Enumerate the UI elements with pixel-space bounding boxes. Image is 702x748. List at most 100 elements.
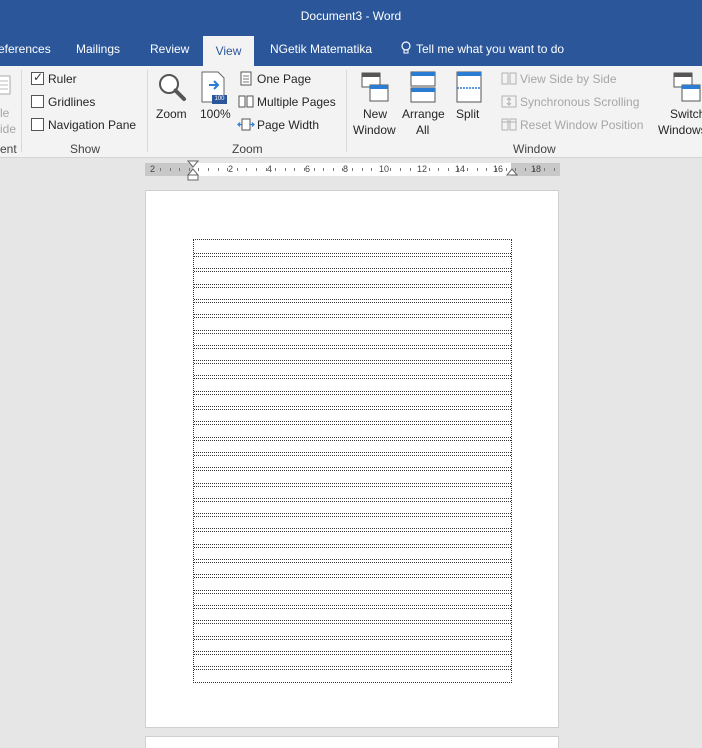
- clipped-group-label: ent: [0, 142, 17, 156]
- new-window-icon: [361, 72, 389, 102]
- ruler-tick: [467, 168, 468, 171]
- tell-me-text: Tell me what you want to do: [416, 42, 565, 56]
- ruler-label[interactable]: Ruler: [48, 72, 77, 86]
- ruler-tick: [179, 168, 180, 171]
- arrange-all-label-line1[interactable]: Arrange: [402, 107, 445, 121]
- ruled-table[interactable]: [193, 239, 512, 683]
- table-row[interactable]: [194, 636, 511, 640]
- gridlines-checkbox-box[interactable]: [31, 95, 44, 108]
- table-row[interactable]: [194, 605, 511, 609]
- arrange-all-icon: [410, 71, 436, 103]
- window-group-label: Window: [513, 142, 556, 156]
- split-label[interactable]: Split: [456, 107, 479, 121]
- table-row[interactable]: [194, 406, 511, 410]
- tab-references[interactable]: eferences: [0, 33, 51, 66]
- arrange-all-label-line2[interactable]: All: [416, 123, 429, 137]
- ruler-tick: [208, 168, 209, 171]
- tab-view[interactable]: View: [203, 36, 254, 66]
- view-side-by-side-label[interactable]: View Side by Side: [520, 72, 617, 86]
- ruler-tick: [496, 168, 497, 171]
- table-row[interactable]: [194, 330, 511, 334]
- ruler-label: 18: [531, 164, 542, 174]
- switch-windows-icon: [673, 72, 701, 102]
- gridlines-label[interactable]: Gridlines: [48, 95, 95, 109]
- ruler-label: 2: [228, 164, 234, 174]
- indent-marker-icon[interactable]: [187, 160, 199, 182]
- table-row[interactable]: [194, 437, 511, 441]
- table-row[interactable]: [194, 299, 511, 303]
- ruler-label: 8: [343, 164, 349, 174]
- tab-review[interactable]: Review: [150, 33, 189, 66]
- table-row[interactable]: [194, 574, 511, 578]
- new-window-label-line1[interactable]: New: [363, 107, 387, 121]
- table-row[interactable]: [194, 559, 511, 563]
- table-row[interactable]: [194, 467, 511, 471]
- ruler-tick: [400, 168, 401, 171]
- switch-windows-label-line2[interactable]: Windows: [658, 123, 702, 137]
- table-row[interactable]: [194, 391, 511, 395]
- ruler-tick: [304, 168, 305, 171]
- reset-window-position-label[interactable]: Reset Window Position: [520, 118, 643, 132]
- split-icon: [456, 71, 482, 103]
- tell-me-box[interactable]: Tell me what you want to do: [400, 33, 564, 66]
- zoom-label[interactable]: Zoom: [156, 107, 187, 121]
- table-row[interactable]: [194, 498, 511, 502]
- ruler-label: 6: [305, 164, 311, 174]
- synchronous-scrolling-label[interactable]: Synchronous Scrolling: [520, 95, 639, 109]
- ruler-tick: [429, 168, 430, 171]
- ruler-tick: [285, 168, 286, 171]
- ruler-tick: [275, 168, 276, 171]
- ruler-tick: [544, 168, 545, 171]
- table-row[interactable]: [194, 375, 511, 379]
- table-row[interactable]: [194, 314, 511, 318]
- ruler-tick: [352, 168, 353, 171]
- table-row[interactable]: [194, 345, 511, 349]
- ruler-tick: [314, 168, 315, 171]
- multiple-pages-label[interactable]: Multiple Pages: [257, 95, 336, 109]
- table-row[interactable]: [194, 452, 511, 456]
- ruler-checkbox-box[interactable]: ✓: [31, 70, 44, 85]
- new-window-label-line2[interactable]: Window: [353, 123, 396, 137]
- table-row[interactable]: [194, 513, 511, 517]
- clipped-button-line1[interactable]: le: [0, 106, 9, 120]
- ruler-tick: [333, 168, 334, 171]
- next-document-page[interactable]: [145, 736, 559, 748]
- tab-ngetik-matematika[interactable]: NGetik Matematika: [270, 33, 372, 66]
- table-row[interactable]: [194, 253, 511, 257]
- group-divider: [147, 70, 148, 152]
- table-row[interactable]: [194, 284, 511, 288]
- right-indent-marker-icon[interactable]: [506, 167, 518, 176]
- one-page-icon: [240, 71, 252, 86]
- table-row[interactable]: [194, 651, 511, 655]
- show-group-label: Show: [70, 142, 101, 156]
- ruler-tick: [419, 168, 420, 171]
- ruler-tick: [390, 168, 391, 171]
- table-row[interactable]: [194, 268, 511, 272]
- table-row[interactable]: [194, 666, 511, 670]
- page-view-icon: [0, 75, 11, 95]
- navigation-pane-label[interactable]: Navigation Pane: [48, 118, 136, 132]
- clipped-button-line2[interactable]: ide: [0, 122, 16, 136]
- hundred-percent-label[interactable]: 100%: [200, 107, 231, 121]
- table-row[interactable]: [194, 483, 511, 487]
- table-row[interactable]: [194, 544, 511, 548]
- tab-mailings[interactable]: Mailings: [76, 33, 120, 66]
- table-row[interactable]: [194, 620, 511, 624]
- ruler-tick: [438, 168, 439, 171]
- table-row[interactable]: [194, 590, 511, 594]
- ruler-tick: [534, 168, 535, 171]
- table-row[interactable]: [194, 421, 511, 425]
- table-row[interactable]: [194, 528, 511, 532]
- navigation-pane-checkbox-box[interactable]: [31, 118, 44, 131]
- switch-windows-label-line1[interactable]: Switch: [670, 107, 702, 121]
- ribbon-tabs: eferences Mailings Review View NGetik Ma…: [0, 33, 702, 66]
- one-page-label[interactable]: One Page: [257, 72, 311, 86]
- magnifier-icon: [159, 74, 186, 101]
- ruler-tick: [246, 168, 247, 171]
- ruler-label: 2: [150, 164, 156, 174]
- page-width-label[interactable]: Page Width: [257, 118, 319, 132]
- table-row[interactable]: [194, 360, 511, 364]
- ruler-tick: [266, 168, 267, 171]
- ruler-label: 4: [267, 164, 273, 174]
- ruler-tick: [294, 168, 295, 171]
